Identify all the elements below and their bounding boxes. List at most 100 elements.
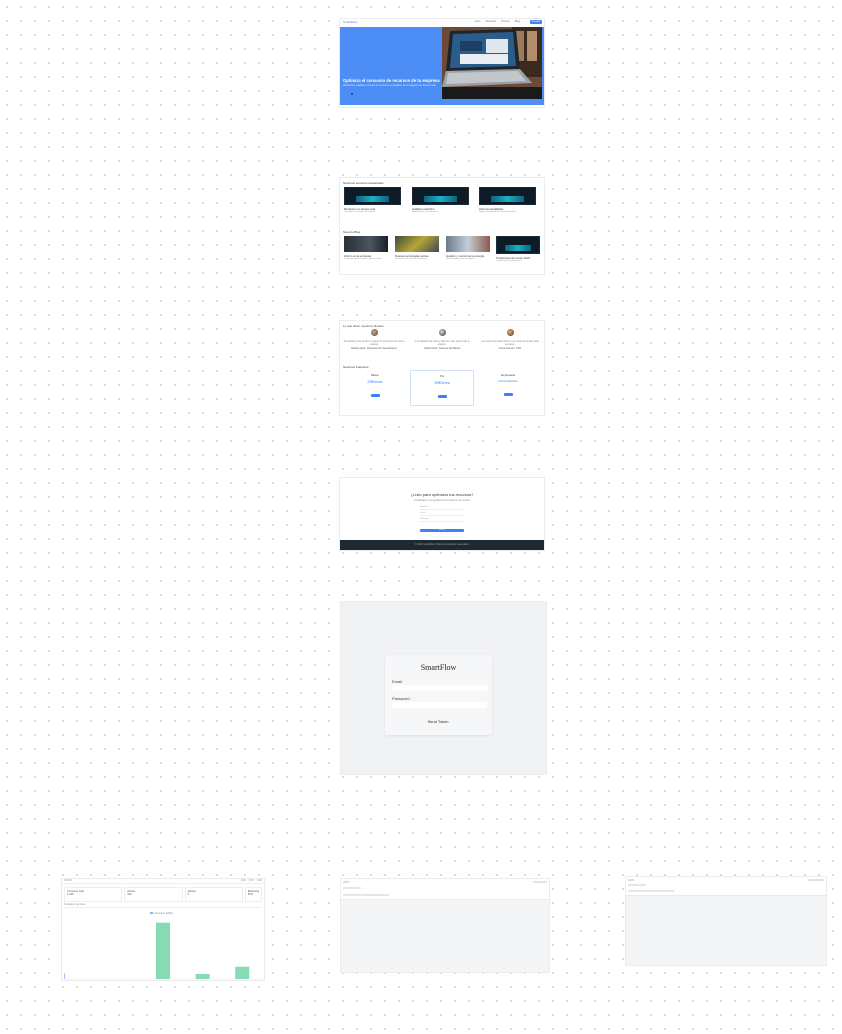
header-links[interactable] [533, 881, 547, 883]
blog-desc: Innovación al servicio del planeta [395, 258, 428, 260]
bar-e[interactable] [235, 966, 250, 979]
plan-price: 59€/mes [434, 380, 450, 385]
blog-card[interactable]: Ahorro en la empresa Consejos prácticos … [344, 236, 390, 260]
blog-thumbnail [344, 236, 388, 252]
topbar-link[interactable] [257, 879, 262, 881]
landing-logo[interactable]: SmartFlow [343, 20, 357, 24]
plan-name: Empresarial [501, 374, 515, 377]
avatar [370, 329, 378, 336]
testimonials-heading: Lo que dicen nuestros clientes [343, 324, 384, 328]
contact-message-field[interactable]: Mensaje [420, 518, 464, 522]
kpi-value: 1.240 [67, 893, 74, 896]
plan-price: Personalizado [498, 379, 518, 383]
bar-d[interactable] [195, 973, 210, 979]
hero-subtitle: Monitoriza, analiza y reduce el consumo … [343, 84, 436, 87]
plan-contact-button[interactable] [503, 393, 513, 396]
featured-card[interactable]: Monitoreo en tiempo real Visualiza el co… [344, 187, 401, 213]
contact-name-field[interactable]: Nombre [420, 506, 464, 510]
blog-thumbnail [496, 236, 540, 254]
view-header [341, 879, 549, 900]
plan-select-button[interactable] [437, 395, 447, 398]
laptop-illustration [442, 27, 542, 99]
empty-view-frame [341, 879, 549, 972]
avatar [438, 329, 446, 336]
featured-heading: Nuestros servicios destacados [343, 181, 384, 185]
view-header [626, 877, 826, 896]
testimonial-card: Una plataforma clara y fácil de usar par… [410, 329, 474, 350]
testimonial-card: Los informes automáticos nos ahorran hor… [478, 329, 542, 350]
contact-title: ¿Listo para optimizar tus recursos? [410, 492, 474, 497]
app-logo[interactable] [64, 879, 72, 881]
blog-heading: Nuestro Blog [343, 230, 361, 234]
contact-frame: ¿Listo para optimizar tus recursos? Cont… [340, 478, 544, 550]
landing-navbar: SmartFlow Inicio Servicios Precios Blog … [340, 19, 544, 26]
dashboard-frame: Consumo total 1.240 Ahorro 320 Alertas 3… [62, 879, 264, 980]
app-logo[interactable] [343, 881, 349, 883]
nav-link[interactable]: Blog [515, 20, 520, 23]
nav-link[interactable]: Servicios [486, 20, 497, 23]
bar-c[interactable] [156, 922, 170, 979]
email-label: Email [392, 679, 403, 684]
bar-a[interactable] [62, 973, 65, 979]
breadcrumb [628, 884, 646, 886]
pricing-card-featured: Pro 59€/mes [410, 370, 474, 406]
password-input[interactable] [392, 702, 487, 708]
testimonial-quote: Los informes automáticos nos ahorran hor… [481, 340, 539, 347]
dashboard-thumbnail [344, 187, 401, 205]
pricing-heading: Nuestros Paquetes [343, 365, 369, 369]
testimonial-quote: Una plataforma clara y fácil de usar par… [414, 340, 470, 347]
blog-card[interactable]: Nuevas tecnologías verdes Innovación al … [395, 236, 441, 260]
card-desc: Visualiza el consumo al instante [344, 211, 376, 213]
contact-email-field[interactable]: Email [420, 512, 464, 516]
header-links[interactable] [808, 879, 824, 881]
featured-card[interactable]: Informes detallados Reportes automáticos… [479, 187, 536, 213]
topbar-link[interactable] [249, 879, 254, 881]
legend-label: Consumo (kWh) [154, 911, 173, 915]
plan-name: Básico [371, 374, 379, 377]
send-token-button[interactable]: Send Token [413, 719, 463, 724]
blog-card[interactable]: Gestión y control de la energía Herramie… [446, 236, 492, 260]
landing-nav-links: Inicio Servicios Precios Blog [475, 20, 520, 23]
dashboard-topbar [62, 879, 264, 884]
blog-thumbnail [446, 236, 490, 252]
email-input[interactable] [392, 685, 487, 691]
topbar-link[interactable] [241, 879, 246, 881]
kpi-card: Ahorro 320 [124, 887, 183, 902]
avatar [506, 329, 514, 336]
testimonial-author: Laura Gómez, CFO [498, 346, 522, 350]
featured-card[interactable]: Análisis predictivo Anticipa picos y ten… [412, 187, 469, 213]
blog-desc: Consejos prácticos para reducir costes [344, 258, 382, 260]
carousel-dot[interactable] [351, 93, 353, 95]
pricing-card: Empresarial Personalizado [477, 370, 539, 404]
nav-link[interactable]: Precios [501, 20, 510, 23]
filter-bar[interactable] [628, 890, 674, 892]
pricing-card: Básico 29€/mes [344, 370, 406, 404]
plan-name: Pro [439, 375, 445, 378]
empty-view-frame [626, 877, 826, 965]
nav-cta-button[interactable]: Acceder [530, 20, 542, 24]
kpi-value: 320 [127, 893, 132, 896]
contact-subtitle: Contáctanos y te ayudaremos a empezar ho… [414, 499, 470, 502]
contact-send-button[interactable]: Enviar [420, 529, 464, 532]
site-footer: © 2024 SmartFlow. Todos los derechos res… [340, 540, 544, 550]
chart-title: Consumo por área [64, 903, 86, 906]
filter-bar[interactable] [343, 894, 389, 896]
blog-card[interactable]: Tendencias del sector 2024 Lo que viene … [496, 236, 540, 262]
landing-hero-frame: SmartFlow Inicio Servicios Precios Blog … [340, 19, 544, 107]
app-logo[interactable] [628, 879, 634, 881]
kpi-card: Consumo total 1.240 [64, 887, 123, 902]
hero-title: Optimiza el consumo de recursos de tu em… [343, 78, 440, 83]
testimonials-pricing-frame: Lo que dicen nuestros clientes SmartFlow… [340, 321, 544, 415]
legend-swatch [150, 912, 153, 914]
chart-container: Consumo (kWh) [62, 907, 262, 980]
nav-link[interactable]: Inicio [475, 20, 481, 23]
kpi-card: Alertas 3 [184, 887, 243, 902]
kpi-value: 3 [187, 893, 190, 896]
dashboard-thumbnail [479, 187, 536, 205]
blog-desc: Herramientas para tu negocio [446, 258, 475, 260]
kpi-row: Consumo total 1.240 Ahorro 320 Alertas 3… [64, 887, 262, 902]
blog-thumbnail [395, 236, 439, 252]
plan-select-button[interactable] [370, 394, 380, 397]
plan-price: 29€/mes [367, 379, 383, 384]
breadcrumb [343, 887, 361, 889]
